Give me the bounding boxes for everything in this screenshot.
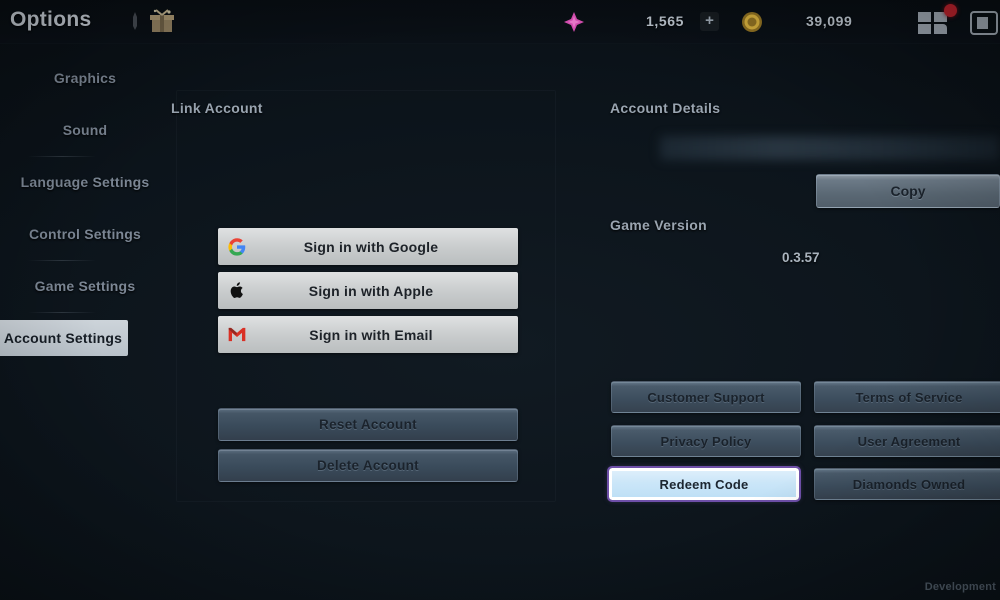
delete-account-label: Delete Account [317, 458, 419, 473]
sign-in-email-button[interactable]: Sign in with Email [218, 316, 518, 353]
sidebar-item-label: Control Settings [28, 226, 142, 242]
page-title: Options [10, 8, 92, 31]
sign-in-apple-label: Sign in with Apple [308, 282, 434, 299]
terms-of-service-label: Terms of Service [855, 389, 963, 405]
gift-icon[interactable] [148, 8, 176, 34]
game-version-value: 0.3.57 [782, 250, 820, 265]
terms-of-service-button[interactable]: Terms of Service [814, 381, 1000, 413]
sword-icon [133, 12, 137, 30]
sidebar-item-label: Sound [62, 122, 108, 138]
diamonds-owned-button[interactable]: Diamonds Owned [814, 468, 1000, 500]
sign-in-google-label: Sign in with Google [303, 238, 439, 255]
customer-support-label: Customer Support [647, 389, 765, 405]
sidebar-item-label: Game Settings [34, 278, 136, 294]
diamonds-owned-label: Diamonds Owned [852, 476, 966, 492]
add-diamonds-button[interactable]: + [700, 12, 719, 31]
shop-icon[interactable] [968, 8, 1000, 38]
gold-amount: 39,099 [806, 13, 853, 29]
sidebar-divider [28, 260, 96, 261]
redeem-code-button[interactable]: Redeem Code [607, 466, 801, 502]
sidebar-divider [28, 156, 96, 157]
sidebar-item-sound[interactable]: Sound [0, 112, 170, 157]
build-tag: Development [924, 581, 996, 593]
sign-in-email-label: Sign in with Email [309, 326, 433, 343]
customer-support-button[interactable]: Customer Support [611, 381, 801, 413]
delete-account-button[interactable]: Delete Account [218, 449, 518, 482]
sidebar-item-graphics[interactable]: Graphics [0, 60, 170, 96]
sign-in-google-button[interactable]: Sign in with Google [218, 228, 518, 265]
sidebar-item-control-settings[interactable]: Control Settings [0, 216, 170, 261]
sidebar-item-label: Language Settings [20, 174, 150, 190]
redeem-code-label: Redeem Code [659, 476, 749, 492]
sidebar-item-game-settings[interactable]: Game Settings [0, 268, 170, 313]
user-agreement-button[interactable]: User Agreement [814, 425, 1000, 457]
reset-account-button[interactable]: Reset Account [218, 408, 518, 441]
sidebar-item-label: Account Settings [3, 330, 123, 346]
user-agreement-label: User Agreement [857, 433, 961, 449]
gold-coin-icon [742, 12, 762, 32]
link-account-title: Link Account [171, 100, 263, 116]
account-id-value [660, 136, 1000, 160]
sign-in-apple-button[interactable]: Sign in with Apple [218, 272, 518, 309]
sidebar-item-account-settings[interactable]: Account Settings [0, 320, 128, 356]
game-version-label: Game Version [610, 217, 707, 233]
game-options-screen: Options 1,565 + 39,099 Graphics Sound La… [0, 0, 1000, 600]
privacy-policy-button[interactable]: Privacy Policy [611, 425, 801, 457]
copy-account-id-button[interactable]: Copy [816, 174, 1000, 208]
sidebar-divider [28, 312, 96, 313]
sidebar-item-language-settings[interactable]: Language Settings [0, 164, 170, 200]
top-bar: Options 1,565 + 39,099 [0, 0, 1000, 44]
account-details-title: Account Details [610, 100, 721, 116]
settings-sidebar: Graphics Sound Language Settings Control… [0, 60, 170, 530]
copy-label: Copy [890, 183, 926, 199]
notification-badge [944, 4, 957, 17]
diamond-icon [564, 12, 584, 32]
diamond-amount: 1,565 [646, 13, 685, 29]
sidebar-item-label: Graphics [53, 70, 117, 86]
reset-account-label: Reset Account [319, 417, 417, 432]
privacy-policy-label: Privacy Policy [660, 433, 752, 449]
